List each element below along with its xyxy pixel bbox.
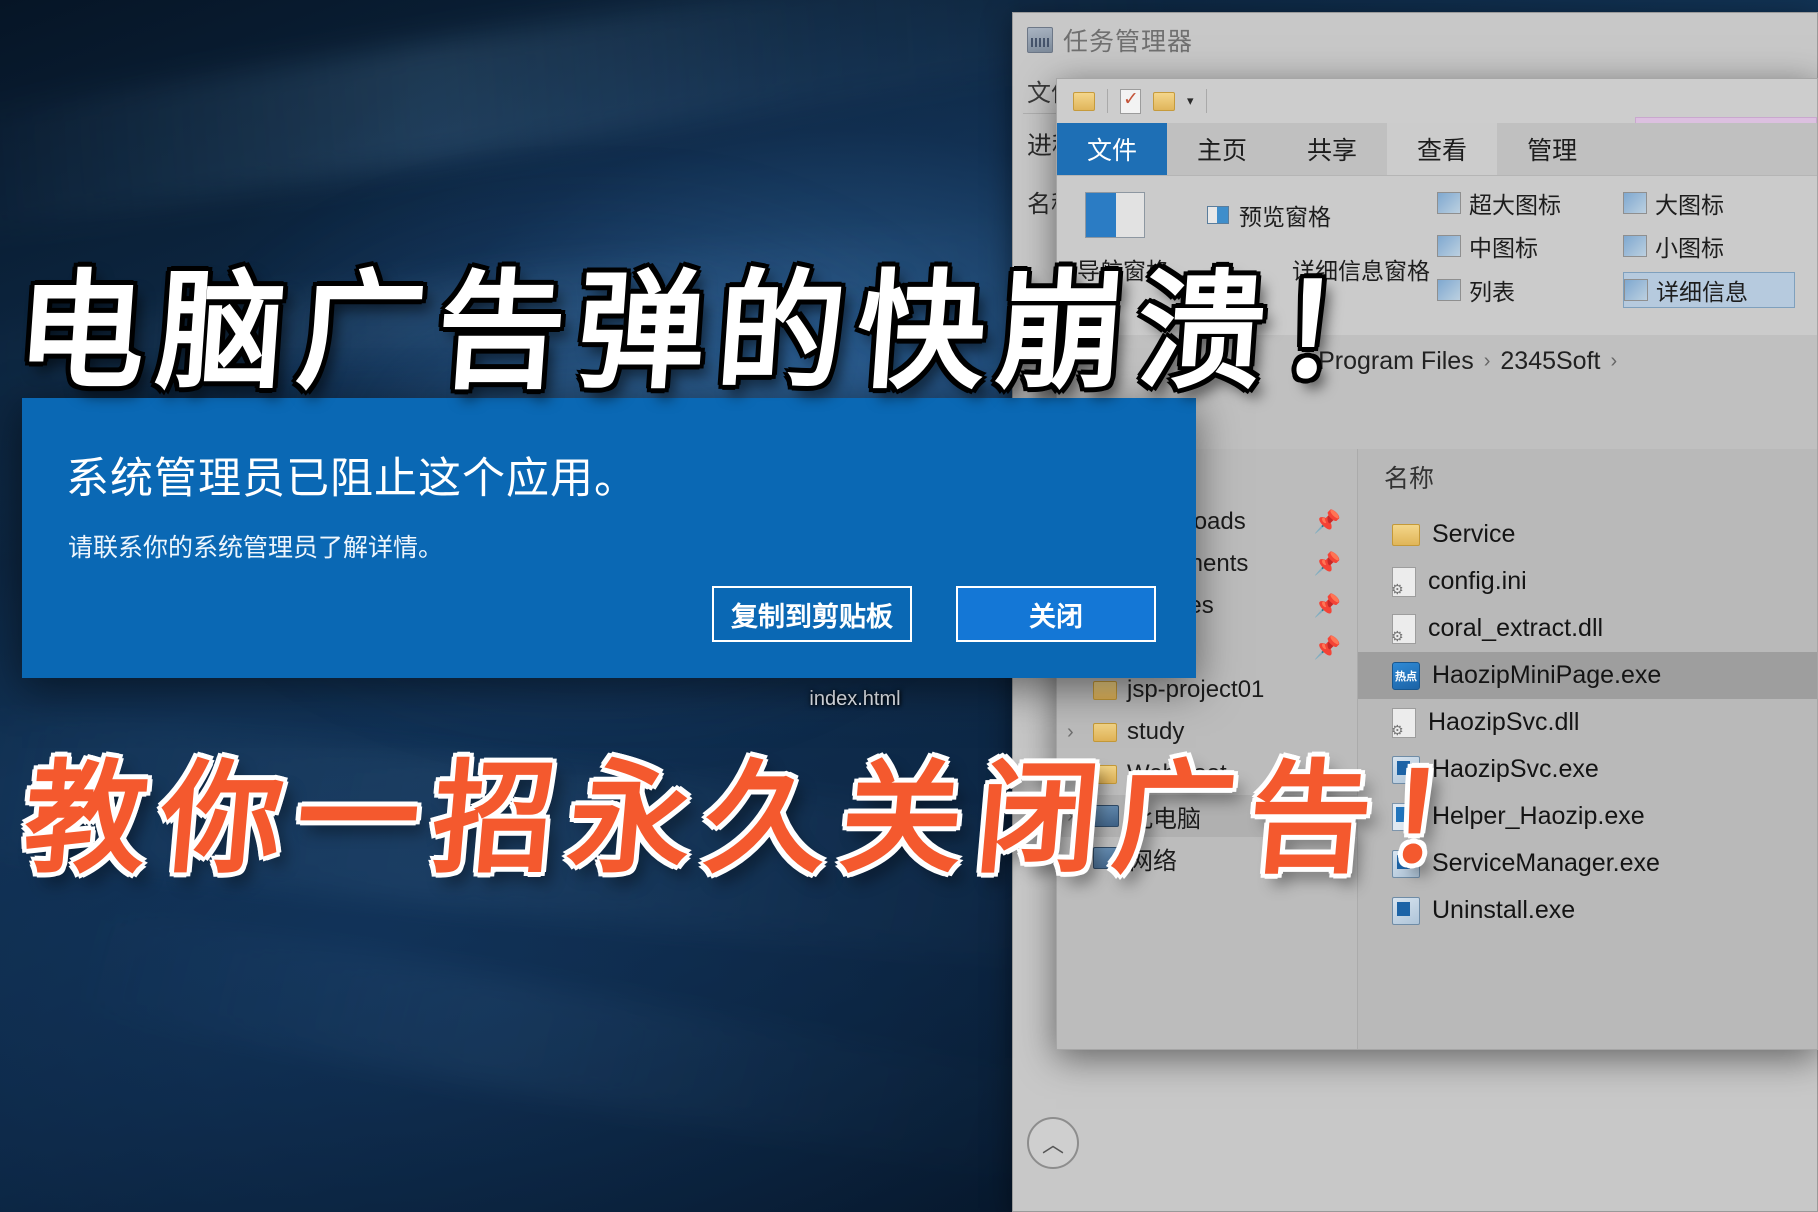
- dialog-subtitle: 请联系你的系统管理员了解详情。: [68, 534, 444, 562]
- list-icon: [1437, 279, 1461, 301]
- layout-option-label: 超大图标: [1469, 192, 1561, 218]
- new-folder-icon[interactable]: [1153, 91, 1175, 111]
- chevron-right-icon: ›: [1610, 349, 1618, 372]
- ribbon-layout-group: 超大图标 大图标 中图标 小图标 列表 详细信息: [1437, 186, 1809, 317]
- table-row[interactable]: Service: [1358, 511, 1817, 558]
- file-name: HaozipMiniPage.exe: [1432, 661, 1662, 689]
- layout-row: 中图标 小图标: [1437, 229, 1809, 263]
- nav-item-label: jsp-project01: [1127, 676, 1265, 703]
- chevron-right-icon: ›: [1483, 349, 1491, 372]
- toolbar-divider: [1107, 89, 1108, 113]
- pin-icon[interactable]: 📌: [1314, 593, 1341, 619]
- config-file-icon: [1391, 566, 1416, 598]
- layout-option-extra-large-icons[interactable]: 超大图标: [1437, 186, 1609, 220]
- preview-pane-label: 预览窗格: [1239, 204, 1331, 230]
- tab-share[interactable]: 共享: [1277, 123, 1387, 175]
- task-manager-titlebar: 任务管理器: [1013, 13, 1817, 67]
- layout-row: 超大图标 大图标: [1437, 186, 1809, 220]
- task-manager-icon: [1027, 27, 1053, 53]
- chevron-up-icon[interactable]: ︿: [1027, 1117, 1079, 1169]
- close-button[interactable]: 关闭: [956, 586, 1156, 642]
- preview-pane-icon: [1207, 206, 1229, 224]
- headline-top: 电脑广告弹的快崩溃！: [11, 258, 1423, 407]
- file-name: Service: [1432, 520, 1516, 548]
- headline-bottom: 教你一招永久关闭广告！: [18, 748, 1528, 890]
- pin-icon[interactable]: 📌: [1314, 509, 1341, 535]
- folder-icon: [1392, 523, 1420, 546]
- task-manager-title: 任务管理器: [1063, 28, 1194, 56]
- pin-icon[interactable]: 📌: [1314, 551, 1341, 577]
- properties-icon[interactable]: [1120, 88, 1141, 114]
- layout-option-label: 中图标: [1469, 235, 1538, 261]
- layout-option-details[interactable]: 详细信息: [1623, 272, 1795, 308]
- breadcrumb-2345soft[interactable]: 2345Soft: [1500, 347, 1600, 376]
- tab-manage[interactable]: 管理: [1497, 123, 1607, 175]
- toolbar-divider: [1205, 89, 1207, 113]
- copy-to-clipboard-button[interactable]: 复制到剪贴板: [712, 586, 912, 642]
- layout-option-medium-icons[interactable]: 中图标: [1437, 229, 1609, 263]
- hotspot-app-icon: 热点: [1392, 661, 1420, 690]
- exe-shield-icon: [1392, 896, 1420, 925]
- screenshot-root: index.html 任务管理器 文件(F) 选项(O) 查看(V) 进程 名称…: [0, 0, 1818, 1212]
- dll-file-icon: [1391, 613, 1416, 645]
- medium-icons-icon: [1437, 235, 1461, 257]
- layout-option-large-icons[interactable]: 大图标: [1623, 186, 1795, 220]
- tab-view[interactable]: 查看: [1387, 123, 1498, 175]
- layout-option-list[interactable]: 列表: [1437, 272, 1609, 308]
- layout-option-label: 小图标: [1655, 235, 1724, 261]
- ribbon-tabs[interactable]: 文件 主页 共享 查看 管理: [1057, 123, 1817, 175]
- folder-icon[interactable]: [1073, 91, 1095, 111]
- ribbon-item-preview-pane[interactable]: 预览窗格: [1207, 198, 1331, 232]
- tab-home[interactable]: 主页: [1167, 123, 1277, 175]
- tab-file[interactable]: 文件: [1057, 123, 1168, 175]
- desktop-icon-index-html[interactable]: index.html: [760, 688, 950, 711]
- table-row[interactable]: coral_extract.dll: [1358, 605, 1817, 652]
- details-icon: [1624, 279, 1648, 301]
- large-icons-icon: [1623, 192, 1647, 214]
- layout-option-label: 列表: [1469, 279, 1515, 305]
- pin-icon[interactable]: 📌: [1314, 635, 1341, 661]
- dialog-title: 系统管理员已阻止这个应用。: [66, 455, 638, 503]
- file-list-column-name[interactable]: 名称: [1358, 455, 1817, 511]
- dialog-button-group: 复制到剪贴板 关闭: [712, 586, 1156, 642]
- extra-large-icons-icon: [1437, 192, 1461, 214]
- layout-option-label: 大图标: [1655, 192, 1724, 218]
- file-name: config.ini: [1428, 567, 1527, 595]
- file-name: Uninstall.exe: [1432, 896, 1576, 924]
- small-icons-icon: [1623, 235, 1647, 257]
- table-row[interactable]: config.ini: [1358, 558, 1817, 605]
- chevron-down-icon[interactable]: ▾: [1187, 93, 1194, 109]
- layout-option-label: 详细信息: [1656, 279, 1748, 305]
- file-name: coral_extract.dll: [1428, 614, 1604, 642]
- blocked-app-dialog[interactable]: 系统管理员已阻止这个应用。 请联系你的系统管理员了解详情。 复制到剪贴板 关闭: [22, 398, 1196, 678]
- layout-row: 列表 详细信息: [1437, 272, 1809, 308]
- layout-option-small-icons[interactable]: 小图标: [1623, 229, 1795, 263]
- folder-icon: [1093, 680, 1117, 700]
- table-row[interactable]: 热点 HaozipMiniPage.exe: [1358, 652, 1817, 699]
